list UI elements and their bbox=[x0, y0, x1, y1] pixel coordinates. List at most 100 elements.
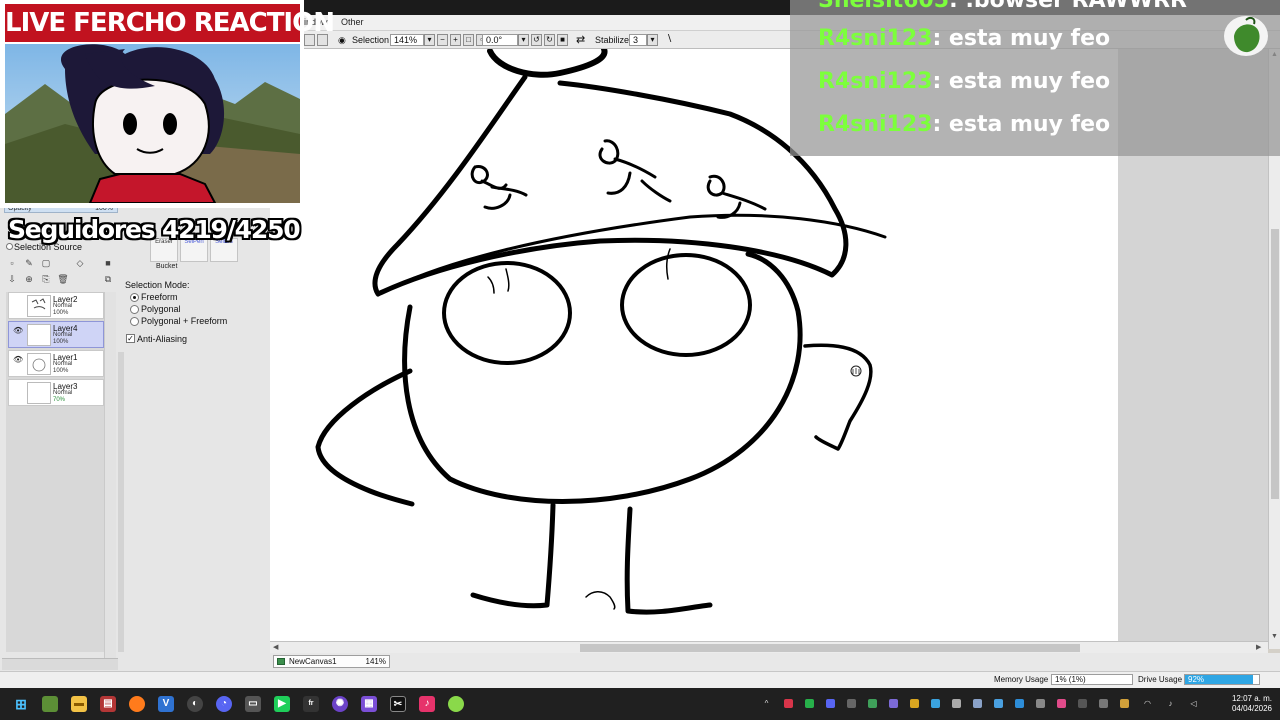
selection-toggle-icon[interactable]: ◉ bbox=[338, 34, 346, 46]
layer-item[interactable]: Layer3 Normal 70% bbox=[8, 379, 104, 406]
layer-move-icon[interactable]: ⧉ bbox=[102, 274, 114, 285]
scroll-right-icon[interactable]: ▶ bbox=[1256, 643, 1261, 651]
stabilizer-dropdown-icon[interactable]: ▾ bbox=[647, 34, 658, 46]
zoom-input[interactable]: 141% bbox=[390, 34, 424, 46]
tray-app-icon[interactable] bbox=[952, 699, 961, 708]
tray-app-icon[interactable] bbox=[1015, 699, 1024, 708]
mode-freeform-label[interactable]: Freeform bbox=[141, 292, 178, 302]
tray-app-icon[interactable] bbox=[994, 699, 1003, 708]
discord-icon[interactable]: ◔ bbox=[216, 696, 232, 712]
paint-tool-sai-icon[interactable]: ▤ bbox=[100, 696, 116, 712]
layer-settings-icon[interactable]: ■ bbox=[102, 258, 114, 269]
delete-layer-icon[interactable]: 🗑 bbox=[57, 274, 69, 285]
eye-icon[interactable]: 👁 bbox=[13, 326, 23, 335]
copy-layer-icon[interactable]: ⎘ bbox=[40, 274, 52, 285]
tray-app-icon[interactable] bbox=[1057, 699, 1066, 708]
pressure-icon[interactable]: ∖ bbox=[666, 34, 672, 46]
document-tab[interactable]: NewCanvas1 141% bbox=[273, 655, 390, 668]
capcut-icon[interactable]: ✂ bbox=[390, 696, 406, 712]
tray-app-icon[interactable] bbox=[889, 699, 898, 708]
tray-app-icon[interactable] bbox=[973, 699, 982, 708]
clock[interactable]: 12:07 a. m. 04/04/2026 bbox=[1222, 694, 1272, 714]
rotate-right-button[interactable]: ↻ bbox=[544, 34, 555, 46]
frame-icon[interactable]: fr bbox=[303, 696, 319, 712]
horizontal-scrollbar[interactable]: ◀ ▶ bbox=[270, 641, 1268, 653]
zoom-dropdown-icon[interactable]: ▾ bbox=[424, 34, 435, 46]
new-linework-layer-icon[interactable]: ✎ bbox=[23, 258, 35, 269]
davinci-icon[interactable]: ▦ bbox=[361, 696, 377, 712]
transfer-down-icon[interactable]: ⇩ bbox=[6, 274, 18, 285]
mode-polygonal-label[interactable]: Polygonal bbox=[141, 304, 181, 314]
chatgpt-icon[interactable]: ✺ bbox=[332, 696, 348, 712]
layer-mask-icon[interactable]: ◇ bbox=[74, 258, 86, 269]
layer-opacity: 100% bbox=[53, 339, 69, 345]
tray-expand-icon[interactable]: ^ bbox=[762, 699, 771, 708]
scroll-down-icon[interactable]: ▼ bbox=[1271, 633, 1278, 640]
minecraft-icon[interactable] bbox=[42, 696, 58, 712]
document-name: NewCanvas1 bbox=[289, 657, 337, 666]
zoom-fit-button[interactable]: □ bbox=[463, 34, 474, 46]
chat-text: : .bowser RAWWRR bbox=[949, 0, 1187, 13]
vertical-scroll-thumb[interactable] bbox=[1271, 229, 1279, 499]
tray-app-icon[interactable] bbox=[1036, 699, 1045, 708]
new-layer-icon[interactable]: ▫ bbox=[6, 258, 18, 269]
layer-visibility-toggle[interactable] bbox=[13, 384, 23, 393]
stabilizer-input[interactable]: 3 bbox=[629, 34, 647, 46]
tool-panel-scrollbar[interactable] bbox=[118, 352, 124, 652]
layer-item-active[interactable]: 👁 Layer4 Normal 100% bbox=[8, 321, 104, 348]
layer-item[interactable]: Layer2 Normal 100% bbox=[8, 292, 104, 319]
window-icon[interactable]: ▭ bbox=[245, 696, 261, 712]
tray-app-icon[interactable] bbox=[868, 699, 877, 708]
vscode-icon[interactable]: V bbox=[158, 696, 174, 712]
obs-icon[interactable]: ◐ bbox=[187, 696, 203, 712]
zoom-out-button[interactable]: − bbox=[437, 34, 448, 46]
green-app-icon[interactable] bbox=[448, 696, 464, 712]
layer-item[interactable]: 👁 Layer1 Normal 100% bbox=[8, 350, 104, 377]
status-bar: Memory Usage 1% (1%) Drive Usage 92% bbox=[0, 671, 1280, 688]
tray-app-icon[interactable] bbox=[910, 699, 919, 708]
layer-visibility-toggle[interactable] bbox=[13, 297, 23, 306]
horizontal-scroll-thumb[interactable] bbox=[580, 644, 1080, 652]
anti-aliasing-label[interactable]: Anti-Aliasing bbox=[137, 334, 187, 344]
eye-icon[interactable]: 👁 bbox=[13, 355, 23, 364]
tray-discord-icon[interactable] bbox=[826, 699, 835, 708]
tray-app-icon[interactable] bbox=[1120, 699, 1129, 708]
file-explorer-icon[interactable]: ▬ bbox=[71, 696, 87, 712]
chat-username: R4sni123 bbox=[818, 112, 933, 137]
windows-logo-icon[interactable]: ⊞ bbox=[13, 696, 29, 712]
tray-app-icon[interactable] bbox=[1078, 699, 1087, 708]
drive-usage-label: Drive Usage bbox=[1138, 675, 1183, 684]
mode-polygonal-freeform-radio[interactable] bbox=[130, 317, 139, 326]
tray-app-icon[interactable] bbox=[1099, 699, 1108, 708]
merge-down-icon[interactable]: ⊕ bbox=[23, 274, 35, 285]
anti-aliasing-checkbox[interactable]: ✓ bbox=[126, 334, 135, 343]
mode-polygonal-radio[interactable] bbox=[130, 305, 139, 314]
chat-message: R4sni123: esta muy feo bbox=[818, 67, 1110, 97]
mode-freeform-radio[interactable] bbox=[130, 293, 139, 302]
tiktok-icon[interactable]: ♪ bbox=[419, 696, 435, 712]
tray-app-icon[interactable] bbox=[847, 699, 856, 708]
new-folder-icon[interactable]: ▢ bbox=[40, 258, 52, 269]
bucket-tool-label[interactable]: Bucket bbox=[156, 263, 177, 270]
microphone-icon[interactable]: ♪ bbox=[1166, 699, 1175, 708]
volume-icon[interactable]: ◁ bbox=[1189, 699, 1198, 708]
rotation-reset-button[interactable]: ■ bbox=[557, 34, 568, 46]
scroll-left-icon[interactable]: ◀ bbox=[273, 643, 278, 651]
selection-label[interactable]: Selection bbox=[352, 34, 389, 46]
rotation-input[interactable]: 0.0° bbox=[482, 34, 518, 46]
layer-scrollbar[interactable] bbox=[104, 292, 116, 662]
flip-horizontal-icon[interactable]: ⇄ bbox=[576, 34, 585, 46]
tray-app-icon[interactable] bbox=[931, 699, 940, 708]
mode-polygonal-freeform-label[interactable]: Polygonal + Freeform bbox=[141, 316, 227, 326]
rotation-dropdown-icon[interactable]: ▾ bbox=[518, 34, 529, 46]
layer-thumbnail bbox=[27, 295, 51, 317]
zoom-in-button[interactable]: + bbox=[450, 34, 461, 46]
rotate-left-button[interactable]: ↺ bbox=[531, 34, 542, 46]
tray-app-icon[interactable] bbox=[784, 699, 793, 708]
menu-item-other[interactable]: Other bbox=[341, 17, 364, 27]
firefox-icon[interactable] bbox=[129, 696, 145, 712]
wifi-icon[interactable]: ◠ bbox=[1143, 699, 1152, 708]
crt-icon[interactable]: ▶ bbox=[274, 696, 290, 712]
drive-usage-bar: 92% bbox=[1184, 674, 1260, 685]
tray-app-icon[interactable] bbox=[805, 699, 814, 708]
